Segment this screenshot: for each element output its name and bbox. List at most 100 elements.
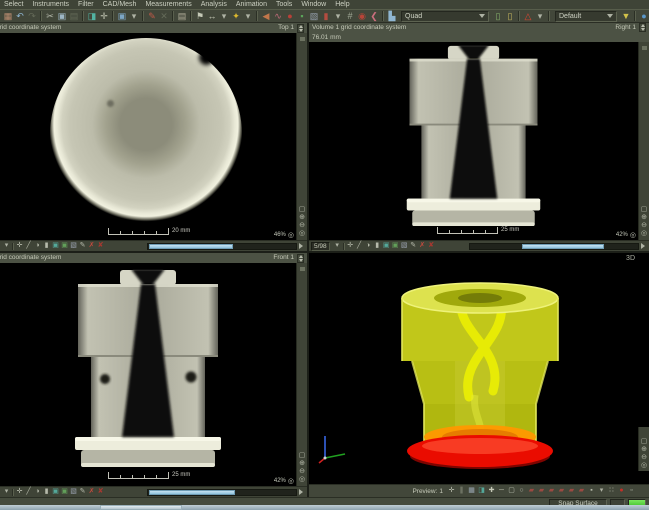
zoom-in-icon[interactable]: ⊕ — [297, 460, 308, 468]
dropdown-caret-icon[interactable]: ▾ — [534, 10, 546, 22]
dropdown-caret-icon[interactable]: ▾ — [597, 486, 606, 496]
thickness-icon[interactable]: ▮ — [42, 487, 51, 497]
info-icon[interactable]: ● — [638, 10, 649, 22]
register-3d-icon[interactable]: ◨ — [477, 486, 486, 496]
draw-measure-icon[interactable]: ✎ — [146, 10, 158, 22]
view-spinner[interactable] — [297, 254, 304, 263]
mask-green-icon[interactable]: ▣ — [60, 241, 69, 251]
undo-icon[interactable]: ↶ — [14, 10, 26, 22]
register-object-icon[interactable]: ◨ — [86, 10, 98, 22]
register-slice-icon[interactable]: ▣ — [51, 241, 60, 251]
dropdown-caret-icon[interactable]: ▾ — [128, 10, 140, 22]
annotate-icon[interactable]: ✎ — [78, 487, 87, 497]
thermometer-icon[interactable]: ▮ — [320, 10, 332, 22]
menu-item[interactable]: Analysis — [201, 1, 227, 8]
frame-icon[interactable]: ▫ — [627, 486, 636, 496]
distance-icon[interactable]: ↔ — [206, 10, 218, 22]
thickness-icon[interactable]: ▮ — [373, 241, 382, 251]
move-object-icon[interactable]: ✛ — [98, 10, 110, 22]
thickness-icon[interactable]: ▮ — [42, 241, 51, 251]
keyframe-icon[interactable]: ✛ — [447, 486, 456, 496]
scrollbar-dot[interactable] — [642, 46, 647, 50]
pointer-icon[interactable]: ✛ — [15, 241, 24, 251]
scrollbar-thumb[interactable] — [149, 244, 233, 249]
zoom-in-icon[interactable]: ⊕ — [639, 214, 649, 222]
preset-dropdown[interactable]: Default — [555, 11, 617, 22]
zoom-tool-icon[interactable]: ◎ — [639, 230, 649, 238]
dropdown-caret-icon[interactable]: ▾ — [333, 241, 342, 251]
zoom-in-icon[interactable]: ✚ — [487, 486, 496, 496]
warning-icon[interactable]: △ — [522, 10, 534, 22]
line-tool-icon[interactable]: ╱ — [355, 241, 364, 251]
rotate-slice-icon[interactable]: ◑ — [33, 241, 42, 251]
pointer-icon[interactable]: ✛ — [15, 487, 24, 497]
bookmark-icon[interactable]: ▰ — [557, 486, 566, 496]
menu-item[interactable]: Help — [335, 1, 349, 8]
eraser-red-icon[interactable]: ✘ — [427, 241, 436, 251]
flag-icon[interactable]: ⚑ — [194, 10, 206, 22]
line-tool-icon[interactable]: ╱ — [24, 487, 33, 497]
renderer-icon[interactable]: ▦ — [467, 486, 476, 496]
zoom-tool-icon[interactable]: ◎ — [639, 462, 649, 470]
compare-icon[interactable]: ❮ — [368, 10, 380, 22]
annotate-icon[interactable]: ✎ — [409, 241, 418, 251]
wizard-icon[interactable]: ✦ — [230, 10, 242, 22]
dots-icon[interactable]: ∷ — [607, 486, 616, 496]
stereo-icon[interactable]: ∥ — [457, 486, 466, 496]
view-spinner[interactable] — [639, 23, 646, 32]
bookmark-icon[interactable]: ▰ — [577, 486, 586, 496]
cut-icon[interactable]: ✂ — [44, 10, 56, 22]
dropdown-caret-icon[interactable]: ▾ — [2, 487, 11, 497]
eraser-red-icon[interactable]: ✘ — [96, 487, 105, 497]
menu-item[interactable]: Animation — [236, 1, 267, 8]
clipbox-icon[interactable]: ▧ — [308, 10, 320, 22]
scrollbar-thumb[interactable] — [149, 490, 235, 495]
slice-canvas-front[interactable]: 25 mm 42% ◎ ▢⊕⊖◎ — [0, 263, 307, 486]
bookmark-icon[interactable]: ▰ — [547, 486, 556, 496]
overlay-icon[interactable]: ▧ — [69, 487, 78, 497]
scrollbar-dot[interactable] — [300, 267, 305, 271]
eraser-red-icon[interactable]: ✘ — [96, 241, 105, 251]
fit-view-icon[interactable]: ▢ — [297, 206, 308, 214]
dropdown-caret-icon[interactable]: ▾ — [242, 10, 254, 22]
scrollbar-dot[interactable] — [300, 37, 305, 41]
line-tool-icon[interactable]: ╱ — [24, 241, 33, 251]
load-view-icon[interactable]: ▯ — [504, 10, 516, 22]
scrollbar-thumb[interactable] — [522, 244, 604, 249]
overlay-icon[interactable]: ▧ — [400, 241, 409, 251]
marker-red-icon[interactable]: ✗ — [87, 241, 96, 251]
mask-green-icon[interactable]: ▣ — [391, 241, 400, 251]
dropdown-caret-icon[interactable]: ▾ — [218, 10, 230, 22]
slice-scrollbar[interactable] — [147, 489, 297, 496]
zoom-in-icon[interactable]: ⊕ — [297, 214, 308, 222]
lightbox-icon[interactable]: ▢ — [507, 486, 516, 496]
slice-scrollbar[interactable] — [147, 243, 297, 250]
save-view-icon[interactable]: ▯ — [492, 10, 504, 22]
small-box-icon[interactable]: ▪ — [587, 486, 596, 496]
menu-item[interactable]: Filter — [78, 1, 94, 8]
point-marker-icon[interactable]: ● — [284, 10, 296, 22]
redo-icon[interactable]: ↷ — [26, 10, 38, 22]
zoom-out-icon[interactable]: ─ — [497, 486, 506, 496]
menu-item[interactable]: Instruments — [32, 1, 69, 8]
dropdown-caret-icon[interactable]: ▾ — [332, 10, 344, 22]
zoom-tool-icon[interactable]: ◎ — [297, 476, 308, 484]
rotate-slice-icon[interactable]: ◑ — [33, 487, 42, 497]
delete-measure-icon[interactable]: ✕ — [158, 10, 170, 22]
fit-view-icon[interactable]: ▢ — [639, 438, 649, 446]
fit-view-icon[interactable]: ▢ — [297, 452, 308, 460]
menu-item[interactable]: CAD/Mesh — [103, 1, 137, 8]
zoom-out-icon[interactable]: ⊖ — [297, 468, 308, 476]
zoom-out-icon[interactable]: ⊖ — [639, 222, 649, 230]
scroll-arrow-icon[interactable] — [297, 488, 305, 497]
filter-icon[interactable]: ▼ — [620, 10, 632, 22]
slice-canvas-top[interactable]: 20 mm 46% ◎ ▢⊕⊖◎ — [0, 33, 307, 240]
slice-scrollbar[interactable] — [469, 243, 639, 250]
view-spinner[interactable] — [297, 24, 304, 33]
record-icon[interactable]: ● — [617, 486, 626, 496]
bookmark-icon[interactable]: ▰ — [537, 486, 546, 496]
pointer-icon[interactable]: ✛ — [346, 241, 355, 251]
bookmark-icon[interactable]: ▰ — [527, 486, 536, 496]
menu-item[interactable]: Tools — [276, 1, 292, 8]
material-icon[interactable]: ▪ — [296, 10, 308, 22]
